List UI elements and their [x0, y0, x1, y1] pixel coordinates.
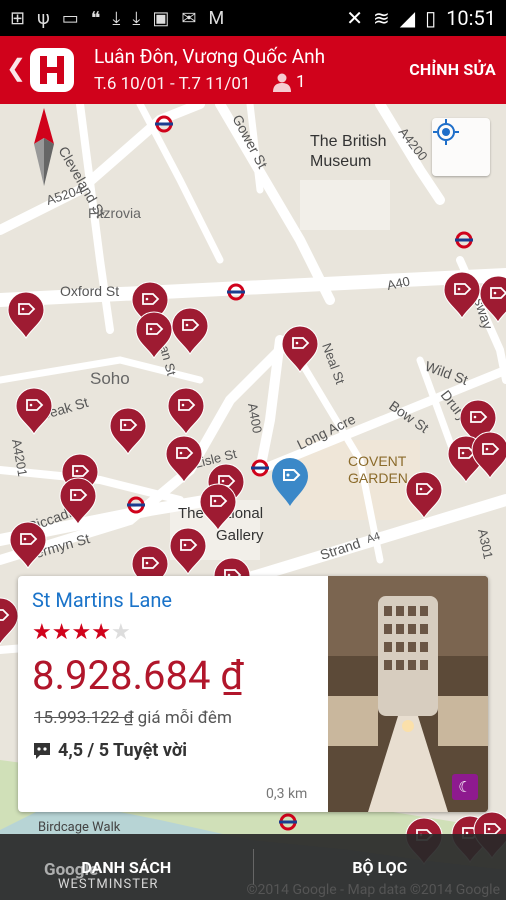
usb-icon: ψ: [37, 7, 50, 29]
map-label-british: The British: [310, 133, 386, 150]
download-icon: ⤓: [112, 7, 121, 29]
hangouts-icon: ❝: [90, 7, 101, 29]
per-night-label: giá mỗi đêm: [137, 708, 232, 728]
guest-count-value: 1: [296, 72, 306, 92]
search-dates[interactable]: T.6 10/01 - T.7 11/01: [94, 74, 250, 94]
star-icon: ★: [32, 620, 52, 645]
my-location-button[interactable]: [432, 118, 490, 176]
map-label-covent: COVENT: [348, 453, 407, 469]
rating-text: 4,5 / 5 Tuyệt vời: [58, 740, 188, 761]
map-label-fitzrovia: Fitzrovia: [88, 205, 141, 221]
signal-icon: ◢: [399, 6, 416, 30]
search-city[interactable]: Luân Đôn, Vương Quốc Anh: [94, 45, 325, 68]
clock: 10:51: [446, 6, 496, 30]
list-button[interactable]: DANH SÁCH: [0, 858, 253, 877]
battery-icon: ▯: [425, 6, 437, 30]
gmail-icon: M: [208, 7, 225, 29]
hotel-name[interactable]: St Martins Lane: [32, 588, 172, 612]
map-label-birdcage: Birdcage Walk: [38, 820, 121, 835]
person-icon: [273, 73, 291, 92]
hotels-logo[interactable]: [28, 46, 76, 94]
add-icon: ⊞: [10, 7, 26, 29]
map-label-soho: Soho: [90, 369, 130, 388]
star-icon: ★: [51, 620, 72, 645]
hotel-distance: 0,3 km: [266, 786, 308, 802]
old-price: 15.993.122 ₫: [34, 708, 134, 728]
map-label-oxford: Oxford St: [60, 283, 119, 299]
moon-icon: ☾: [452, 774, 478, 800]
map-label-garden: GARDEN: [348, 470, 408, 486]
back-icon[interactable]: ❮: [6, 54, 26, 82]
review-bubble-icon: [34, 742, 50, 759]
download-icon: ⤓: [132, 7, 141, 29]
edit-search-button[interactable]: CHỈNH SỬA: [409, 60, 496, 79]
notification-icons: ⊞ ψ ▭ ❝ ⤓ ⤓ ▣ ✉ M: [0, 8, 224, 29]
wifi-icon: ≋: [373, 6, 390, 30]
star-icon: ★: [91, 620, 111, 645]
status-bar: ⊞ ψ ▭ ❝ ⤓ ⤓ ▣ ✉ M ✕ ≋ ◢ ▯ 10:51: [0, 0, 506, 36]
compass-icon[interactable]: [32, 108, 56, 188]
chat-icon: ▭: [61, 7, 79, 29]
map-label-gallery: Gallery: [216, 527, 264, 544]
hotel-stars: ★★★★★: [32, 620, 131, 645]
map-label-museum: Museum: [310, 153, 371, 170]
star-icon: ★: [71, 620, 92, 645]
hotel-photo[interactable]: ☾: [328, 576, 488, 812]
map-copyright: ©2014 Google - Map data ©2014 Google: [246, 882, 500, 898]
hotel-card[interactable]: St Martins Lane ★★★★★ 8.928.684 ₫ 15.993…: [18, 576, 488, 812]
old-price-line: 15.993.122 ₫ giá mỗi đêm: [34, 708, 232, 728]
guest-count[interactable]: 1: [272, 72, 306, 92]
guest-rating: 4,5 / 5 Tuyệt vời: [32, 740, 187, 761]
hotel-price: 8.928.684 ₫: [32, 652, 244, 699]
app-bar: ❮ Luân Đôn, Vương Quốc Anh T.6 10/01 - T…: [0, 36, 506, 104]
email-icon: ✉: [181, 7, 197, 29]
star-empty-icon: ★: [110, 620, 131, 645]
map-label-westminster: WESTMINSTER: [58, 877, 159, 892]
crosshair-icon: [433, 119, 459, 145]
filter-button[interactable]: BỘ LỌC: [254, 858, 506, 877]
mute-icon: ✕: [346, 6, 364, 30]
image-icon: ▣: [152, 7, 170, 29]
system-icons: ✕ ≋ ◢ ▯ 10:51: [346, 0, 496, 36]
